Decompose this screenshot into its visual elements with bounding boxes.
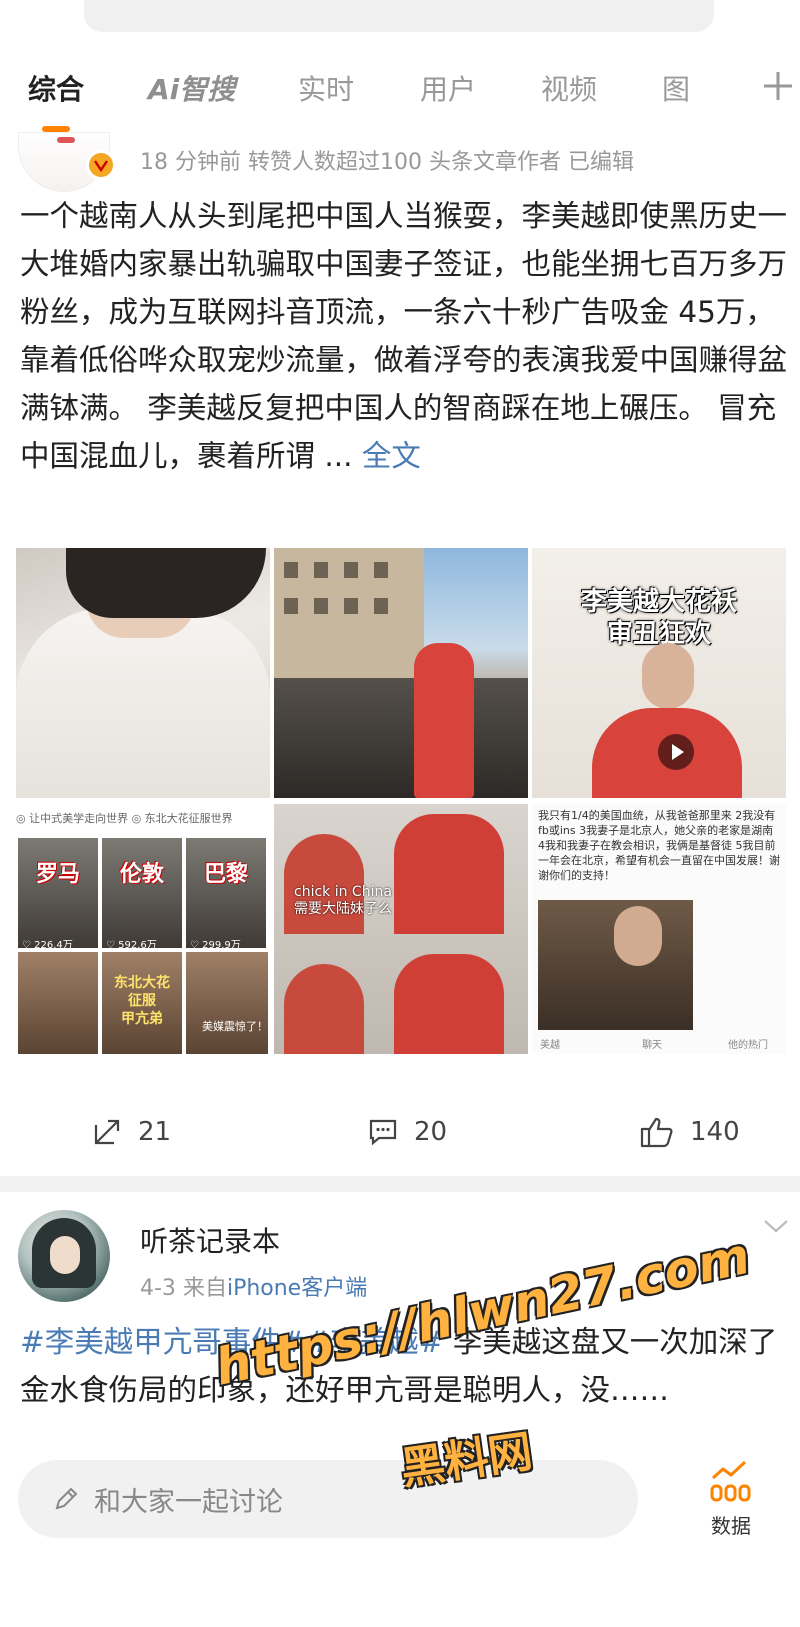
image-caption: chick in China 需要大陆妹子么	[294, 884, 392, 917]
post-actions: 21 20 140	[0, 1110, 800, 1154]
image-label: 巴黎	[203, 862, 248, 887]
image-label: 罗马	[35, 862, 80, 887]
post-image-3[interactable]: 李美越大花袄 审丑狂欢	[532, 548, 786, 798]
data-label: 数据	[711, 1514, 751, 1538]
image-caption: 美媒震惊了！	[202, 1020, 268, 1033]
tab-users[interactable]: 用户	[420, 68, 476, 108]
tab-videos[interactable]: 视频	[541, 68, 597, 108]
post-meta: 18 分钟前 转赞人数超过100 头条文章作者 已编辑	[140, 150, 634, 175]
play-icon[interactable]	[658, 734, 694, 770]
comment-input[interactable]: 和大家一起讨论	[18, 1460, 638, 1538]
post-image-6[interactable]: 我只有1/4的美国血统，从我爸爸那里来 2我没有fb或ins 3我妻子是北京人，…	[532, 804, 786, 1054]
pencil-icon	[55, 1487, 78, 1510]
tab-images[interactable]: 图	[662, 68, 690, 108]
comment-button[interactable]: 20	[368, 1112, 447, 1152]
card-divider	[0, 1176, 800, 1192]
tab-ai-search[interactable]: Ai智搜	[148, 68, 235, 108]
data-chart-icon	[710, 1460, 751, 1502]
hashtag-link[interactable]: #李美越甲亢哥事件#	[20, 1325, 305, 1359]
post-source: iPhone客户端	[226, 1276, 368, 1301]
comment-placeholder: 和大家一起讨论	[94, 1486, 283, 1518]
avatar[interactable]	[18, 1210, 110, 1302]
plus-icon[interactable]	[760, 68, 796, 104]
like-button[interactable]: 140	[640, 1112, 740, 1152]
image-header: ◎ 让中式美学走向世界 ◎ 东北大花征服世界	[16, 812, 233, 825]
thumbs-up-icon	[640, 1117, 673, 1148]
post-date: 4-3	[140, 1276, 176, 1301]
post-image-1[interactable]	[16, 548, 270, 798]
search-bar[interactable]	[84, 0, 714, 32]
post-body: 一个越南人从头到尾把中国人当猴耍，李美越即使黑历史一大堆婚内家暴出轨骗取中国妻子…	[20, 199, 788, 473]
source-prefix: 来自	[182, 1276, 227, 1301]
post-image-4[interactable]: ◎ 让中式美学走向世界 ◎ 东北大花征服世界 罗马 伦敦 巴黎 ♡ 226.4万…	[16, 804, 270, 1054]
image-count: ♡ 299.9万	[190, 940, 241, 951]
post-card[interactable]: 18 分钟前 转赞人数超过100 头条文章作者 已编辑 一个越南人从头到尾把中国…	[0, 120, 800, 1190]
image-caption: 李美越大花袄 审丑狂欢	[580, 587, 737, 649]
data-button[interactable]: 数据	[696, 1452, 766, 1542]
post-image-5[interactable]: chick in China 需要大陆妹子么	[274, 804, 528, 1054]
user-name[interactable]: 听茶记录本	[140, 1220, 280, 1260]
image-footer-item: 聊天	[642, 1040, 662, 1051]
tab-realtime[interactable]: 实时	[298, 68, 354, 108]
image-count: ♡ 226.4万	[22, 940, 73, 951]
image-grid: 李美越大花袄 审丑狂欢 ◎ 让中式美学走向世界 ◎ 东北大花征服世界 罗马 伦敦…	[16, 548, 800, 1055]
post-text: #李美越甲亢哥事件##李美越# 李美越这盘又一次加深了金水食伤局的印象，还好甲亢…	[20, 1318, 790, 1428]
weibo-search-page: 综合 Ai智搜 实时 用户 视频 图 18 分钟前 转赞人数超过100 头条文章…	[0, 0, 800, 1627]
post-meta: 4-3 来自iPhone客户端	[140, 1270, 367, 1302]
repost-button[interactable]: 21	[92, 1112, 171, 1152]
post-text: 一个越南人从头到尾把中国人当猴耍，李美越即使黑历史一大堆婚内家暴出轨骗取中国妻子…	[20, 192, 790, 480]
repost-icon	[94, 1119, 120, 1145]
comment-icon	[369, 1119, 397, 1146]
comment-count: 20	[414, 1117, 448, 1147]
image-footer-item: 美越	[540, 1040, 560, 1051]
chevron-down-icon[interactable]	[762, 1216, 790, 1236]
verified-badge-icon	[86, 150, 116, 180]
image-footer-item: 他的热门	[728, 1040, 768, 1051]
image-count: ♡ 592.6万	[106, 940, 157, 951]
like-count: 140	[690, 1117, 740, 1147]
tab-all[interactable]: 综合	[28, 68, 84, 108]
repost-count: 21	[138, 1117, 172, 1147]
read-more-link[interactable]: 全文	[362, 439, 421, 473]
hashtag-link[interactable]: #李美越#	[305, 1325, 443, 1359]
image-note: 我只有1/4的美国血统，从我爸爸那里来 2我没有fb或ins 3我妻子是北京人，…	[538, 809, 780, 882]
search-tabs: 综合 Ai智搜 实时 用户 视频 图	[0, 64, 800, 132]
image-banner: 东北大花 征服 甲亢弟	[102, 952, 182, 1054]
bottom-bar: 和大家一起讨论 数据	[0, 1430, 800, 1627]
post-image-2[interactable]	[274, 548, 528, 798]
image-label: 伦敦	[119, 862, 164, 887]
